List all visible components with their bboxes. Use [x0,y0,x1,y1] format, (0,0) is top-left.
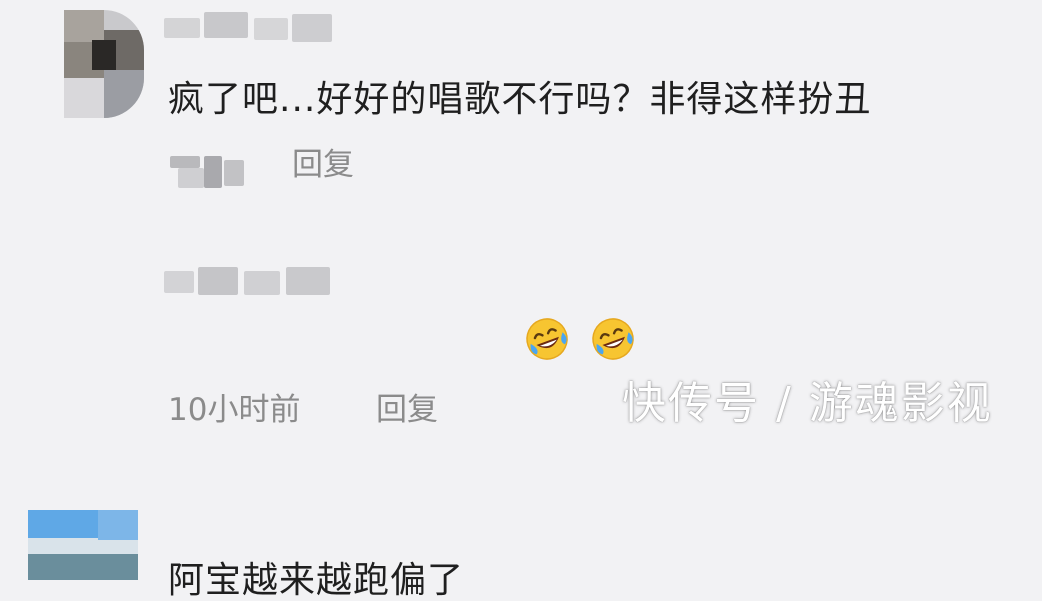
watermark: 快传号 / 游魂影视 [622,378,993,429]
laughing-crying-emoji-icon [590,316,636,362]
comment-item: 疯了吧...好好的唱歌不行吗？非得这样扮丑 回复 [0,0,1042,215]
pixelated-text [204,12,248,38]
pixelated-text [178,168,204,188]
pixelated-text [170,156,200,168]
pixelated-text [244,271,280,295]
pixelated-text [292,14,332,42]
comment-timestamp: 10小时前 [168,392,301,428]
avatar[interactable] [28,510,138,580]
comment-text: 阿宝越来越跑偏了 [168,560,465,601]
pixelated-text [224,160,244,186]
pixelated-text [204,156,222,188]
username-blurred[interactable] [164,265,334,301]
pixelated-text [254,18,288,40]
pixelated-text [198,267,238,295]
pixelated-text [164,18,200,38]
username-blurred[interactable] [164,8,334,48]
pixelated-text [164,271,194,293]
comment-text: 疯了吧...好好的唱歌不行吗？非得这样扮丑 [168,79,872,120]
laughing-crying-emoji-icon [524,316,570,362]
pixelated-text [286,267,330,295]
reply-button[interactable]: 回复 [292,147,354,183]
reply-button[interactable]: 回复 [376,392,438,428]
avatar[interactable] [64,10,144,118]
timestamp-blurred [170,150,250,190]
